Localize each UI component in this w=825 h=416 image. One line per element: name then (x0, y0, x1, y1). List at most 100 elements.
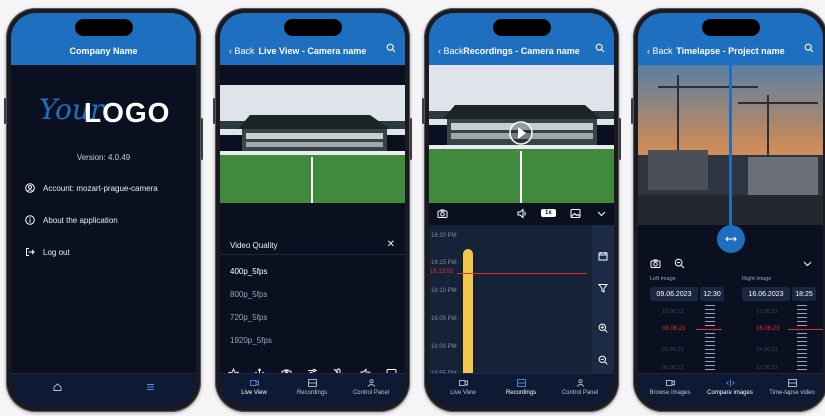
dynamic-island (701, 19, 760, 36)
menu-item-label: Log out (43, 247, 70, 257)
tab-menu[interactable] (120, 383, 180, 394)
zoom-in-icon[interactable] (598, 323, 608, 333)
divider (220, 254, 405, 255)
volume-icon[interactable] (517, 207, 528, 219)
right-image-label: Right image (742, 276, 772, 282)
recording-segment[interactable] (463, 249, 473, 377)
tab-recordings[interactable]: Recordings (282, 379, 342, 396)
playback-controls: 1x (429, 203, 614, 223)
page-title: Live View - Camera name (258, 46, 367, 56)
tab-label: Recordings (296, 390, 328, 396)
left-date[interactable]: 09.06.2023 (650, 287, 698, 301)
dynamic-island (283, 19, 342, 36)
zoom-out-icon[interactable] (674, 258, 685, 269)
left-date-option[interactable]: 06.06.23 (662, 365, 683, 371)
tab-timelapse-video[interactable]: Time-lapse video (762, 379, 822, 396)
person-icon (367, 379, 375, 387)
left-selection-line (696, 329, 722, 330)
page-title: Recordings - Camera name (463, 46, 580, 56)
tab-browse-images[interactable]: Browse images (640, 379, 700, 396)
left-time[interactable]: 12:30 (700, 287, 724, 301)
compare-image[interactable] (638, 65, 823, 225)
hamburger-menu-icon (146, 384, 154, 390)
person-icon (576, 379, 584, 387)
film-icon (307, 379, 317, 387)
zoom-out-icon[interactable] (598, 355, 608, 365)
tab-label: Live View (450, 390, 476, 396)
tab-bar: Browse images Compare images Time-lapse … (638, 373, 823, 407)
quality-option[interactable]: 720p_5fps (230, 313, 267, 322)
film-icon (787, 379, 797, 387)
tab-label: Recordings (505, 390, 537, 396)
tab-recordings[interactable]: Recordings (491, 379, 551, 396)
search-icon[interactable] (804, 43, 814, 53)
video-icon (249, 380, 259, 386)
time-label: 16:00 PM (431, 344, 457, 350)
right-selection-line (788, 329, 823, 330)
time-label: 16:15 PM (431, 260, 457, 266)
video-icon (665, 380, 675, 386)
left-date-option[interactable]: 10.06.23 (662, 309, 683, 315)
video-icon (458, 380, 468, 386)
right-date-option[interactable]: 13.06.23 (756, 365, 777, 371)
right-date-selected[interactable]: 16.06.23 (756, 326, 779, 332)
time-label: 16:10 PM (431, 288, 457, 294)
timelapse-screen: ‹ Back Timelapse - Project name Left ima… (638, 13, 823, 407)
phone-menu: Company Name Your LOGO Version: 4.0.49 A… (4, 8, 203, 412)
phone-recordings: ‹ Back Recordings - Camera name 1x 16:20… (422, 8, 621, 412)
menu-item-logout[interactable]: Log out (25, 247, 70, 257)
arrows-horizontal-icon (724, 236, 737, 242)
compare-slider-handle[interactable] (716, 225, 745, 253)
left-date-option[interactable]: 07.06.23 (662, 347, 683, 353)
search-icon[interactable] (595, 43, 605, 53)
search-icon[interactable] (386, 43, 396, 53)
image-icon[interactable] (570, 208, 581, 219)
time-label: 16:05 PM (431, 316, 457, 322)
chevron-down-icon[interactable] (596, 208, 607, 219)
recording-timeline[interactable]: 16:20 PM 16:15 PM 16:10 PM 16:05 PM 16:0… (429, 225, 614, 377)
dynamic-island (74, 19, 133, 36)
tab-label: Control Panel (561, 390, 599, 396)
timeline-side-tools (592, 225, 614, 377)
menu-item-account[interactable]: Account: mozart-prague-camera (25, 183, 158, 193)
recordings-screen: ‹ Back Recordings - Camera name 1x 16:20… (429, 13, 614, 407)
tab-label: Live View (241, 390, 267, 396)
live-view-screen: ‹ Back Live View - Camera name Video Qua… (220, 13, 405, 407)
camera-icon[interactable] (437, 208, 448, 219)
tab-control-panel[interactable]: Control Panel (341, 379, 401, 396)
tab-label: Compare images (707, 390, 753, 396)
quality-option[interactable]: 400p_5fps (230, 267, 267, 276)
tab-bar: Live View Recordings Control Panel (429, 373, 614, 407)
info-icon (25, 215, 35, 225)
camera-icon[interactable] (650, 258, 661, 269)
live-video-feed[interactable] (220, 85, 405, 203)
tab-control-panel[interactable]: Control Panel (550, 379, 610, 396)
chevron-down-icon[interactable] (802, 258, 813, 269)
menu-screen: Company Name Your LOGO Version: 4.0.49 A… (11, 13, 196, 407)
stadium-image (220, 85, 405, 203)
calendar-icon[interactable] (598, 251, 608, 261)
tab-compare-images[interactable]: Compare images (700, 379, 760, 396)
filter-icon[interactable] (598, 283, 608, 293)
film-icon (516, 379, 526, 387)
recording-video[interactable] (429, 65, 614, 203)
playback-speed[interactable]: 1x (541, 209, 556, 217)
right-date-option[interactable]: 17.06.23 (756, 309, 777, 315)
right-date-option[interactable]: 14.06.23 (756, 347, 777, 353)
left-date-selected[interactable]: 09.06.23 (662, 326, 685, 332)
quality-option[interactable]: 1920p_5fps (230, 336, 272, 345)
right-time[interactable]: 18:25 (792, 287, 816, 301)
close-icon[interactable]: ✕ (387, 239, 395, 250)
tab-home[interactable] (27, 383, 87, 394)
tab-live-view[interactable]: Live View (224, 379, 284, 396)
logo-bold: LOGO (84, 97, 171, 128)
page-title: Timelapse - Project name (676, 46, 785, 56)
tab-live-view[interactable]: Live View (433, 379, 493, 396)
stadium-image (429, 65, 614, 203)
tab-label: Browse images (649, 390, 691, 396)
tab-bar: Live View Recordings Control Panel (220, 373, 405, 407)
current-time-line (457, 273, 587, 274)
right-date[interactable]: 16.06.2023 (742, 287, 790, 301)
quality-option[interactable]: 800p_5fps (230, 290, 267, 299)
menu-item-about[interactable]: About the application (25, 215, 118, 225)
